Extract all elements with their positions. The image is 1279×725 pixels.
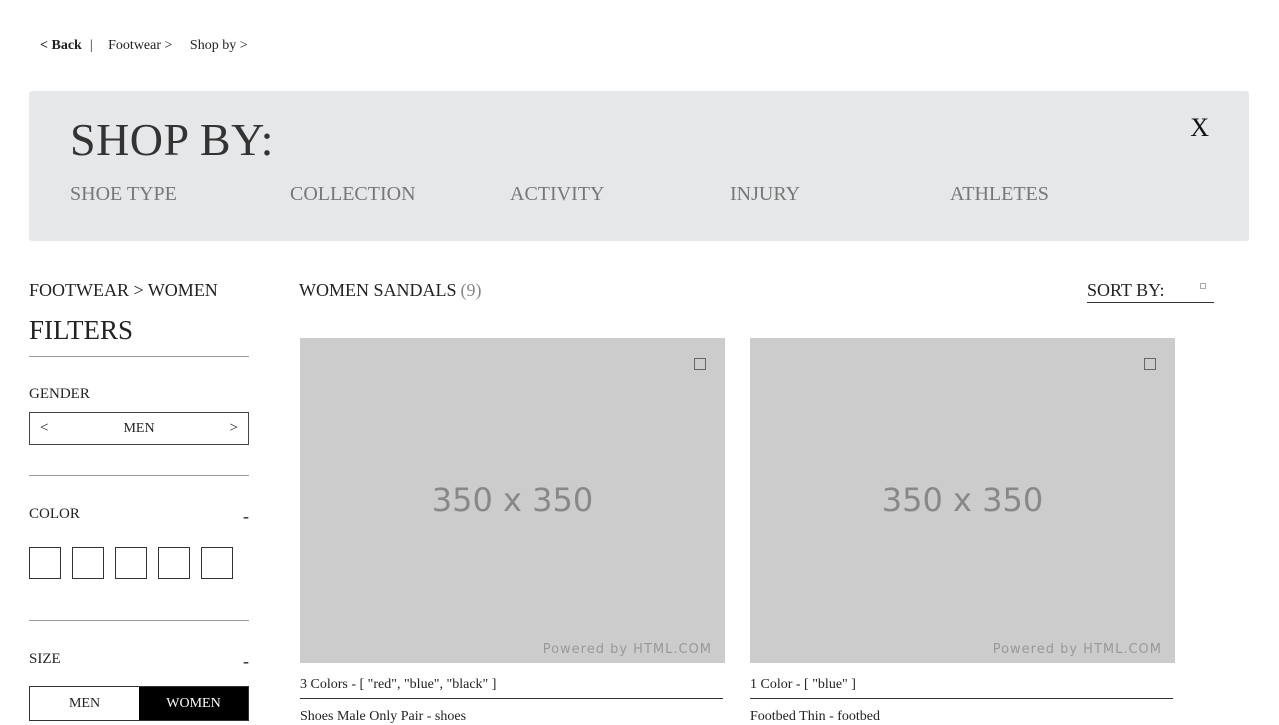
collapse-color-icon[interactable]: - — [243, 506, 249, 527]
chevron-left-icon[interactable]: < — [40, 420, 48, 437]
color-swatch[interactable] — [158, 547, 190, 579]
sort-label: SORT BY: — [1087, 280, 1165, 300]
product-card[interactable]: 350 x 350 Powered by HTML.COM 1 Color - … — [750, 338, 1175, 725]
color-swatch[interactable] — [72, 547, 104, 579]
gender-selector[interactable]: < MEN > — [29, 412, 249, 445]
image-placeholder-text: 350 x 350 — [881, 481, 1044, 519]
dropdown-icon — [1200, 283, 1206, 289]
product-colors: 3 Colors - [ "red", "blue", "black" ] — [300, 677, 723, 699]
product-image[interactable]: 350 x 350 Powered by HTML.COM — [750, 338, 1175, 663]
product-image[interactable]: 350 x 350 Powered by HTML.COM — [300, 338, 725, 663]
sort-dropdown[interactable]: SORT BY: — [1087, 280, 1214, 303]
breadcrumb: < Back | Footwear > Shop by > — [40, 38, 262, 54]
product-name[interactable]: Shoes Male Only Pair - shoes — [300, 709, 725, 725]
color-label: COLOR — [29, 506, 80, 522]
product-colors: 1 Color - [ "blue" ] — [750, 677, 1173, 699]
breadcrumb-separator: | — [89, 38, 93, 53]
divider — [29, 620, 249, 621]
results-count: (9) — [460, 280, 482, 300]
filter-sidebar: FOOTWEAR > WOMEN FILTERS GENDER < MEN > … — [29, 280, 249, 721]
chevron-right-icon[interactable]: > — [230, 420, 238, 437]
collapse-size-icon[interactable]: - — [243, 651, 249, 672]
filters-title: FILTERS — [29, 315, 249, 357]
shop-by-title: SHOP BY: — [70, 114, 274, 165]
image-watermark: Powered by HTML.COM — [992, 642, 1162, 657]
breadcrumb-footwear[interactable]: Footwear > — [108, 38, 172, 53]
back-link[interactable]: < Back — [40, 38, 82, 53]
tab-injury[interactable]: INJURY — [730, 183, 950, 206]
results-category: WOMEN SANDALS — [299, 280, 457, 300]
size-filter-header: SIZE - — [29, 651, 249, 672]
results-title: WOMEN SANDALS (9) — [299, 280, 482, 301]
size-option-men[interactable]: MEN — [30, 687, 139, 720]
size-toggle: MEN WOMEN — [29, 686, 249, 721]
close-icon[interactable]: X — [1190, 113, 1209, 143]
shop-by-tabs: SHOE TYPE COLLECTION ACTIVITY INJURY ATH… — [70, 183, 1170, 206]
breadcrumb-shop-by[interactable]: Shop by > — [190, 38, 248, 53]
divider — [29, 475, 249, 476]
gender-value: MEN — [123, 420, 155, 436]
size-label: SIZE — [29, 651, 61, 667]
shop-by-panel: SHOP BY: X SHOE TYPE COLLECTION ACTIVITY… — [29, 91, 1249, 241]
product-card[interactable]: 350 x 350 Powered by HTML.COM 3 Colors -… — [300, 338, 725, 725]
color-swatch[interactable] — [29, 547, 61, 579]
color-swatch[interactable] — [115, 547, 147, 579]
tab-collection[interactable]: COLLECTION — [290, 183, 510, 206]
tab-activity[interactable]: ACTIVITY — [510, 183, 730, 206]
tab-athletes[interactable]: ATHLETES — [950, 183, 1170, 206]
color-swatch[interactable] — [201, 547, 233, 579]
gender-label-text: GENDER — [29, 386, 90, 402]
category-breadcrumb: FOOTWEAR > WOMEN — [29, 280, 218, 300]
tab-shoe-type[interactable]: SHOE TYPE — [70, 183, 290, 206]
wishlist-icon[interactable] — [1144, 358, 1156, 370]
color-filter-header: COLOR - — [29, 506, 249, 527]
image-placeholder-text: 350 x 350 — [431, 481, 594, 519]
color-swatches — [29, 547, 249, 579]
wishlist-icon[interactable] — [694, 358, 706, 370]
size-option-women[interactable]: WOMEN — [139, 687, 248, 720]
product-name[interactable]: Footbed Thin - footbed — [750, 709, 1175, 725]
gender-label: GENDER — [29, 386, 249, 403]
image-watermark: Powered by HTML.COM — [542, 642, 712, 657]
